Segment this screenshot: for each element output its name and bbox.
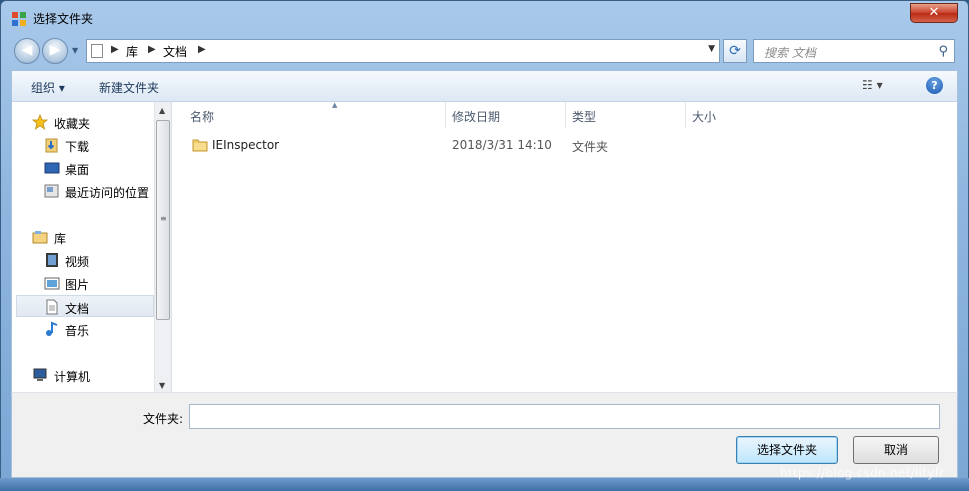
folder-field-label: 文件夹: — [143, 412, 184, 426]
breadcrumb-documents[interactable]: 文档 — [163, 43, 187, 60]
sidebar-item-desktop[interactable]: 桌面 — [16, 157, 154, 179]
sort-ascending-icon: ▲ — [332, 101, 338, 109]
breadcrumb-arrow-icon[interactable]: ▶ — [198, 44, 206, 55]
sidebar-item-label: 库 — [54, 232, 67, 246]
column-header-label: 修改日期 — [452, 110, 501, 124]
library-icon — [32, 231, 48, 244]
address-bar[interactable]: ▶ 库 ▶ 文档 ▶ ▼ — [86, 39, 720, 63]
file-name: IEInspector — [212, 138, 280, 152]
document-icon — [46, 299, 58, 315]
sidebar-item-music[interactable]: 音乐 — [16, 318, 154, 340]
search-placeholder: 搜索 文档 — [764, 46, 816, 60]
sidebar-item-label: 图片 — [65, 278, 90, 292]
breadcrumb-arrow-icon[interactable]: ▶ — [148, 44, 156, 55]
column-header-label: 名称 — [190, 110, 215, 124]
sidebar-scrollbar[interactable]: ▲ ≡ ▼ — [154, 102, 171, 392]
download-folder-icon — [45, 138, 58, 153]
desktop-icon — [44, 162, 60, 174]
forward-button[interactable]: ▶ — [42, 38, 68, 64]
chevron-down-icon[interactable]: ▼ — [708, 44, 715, 54]
table-row[interactable]: IEInspector 2018/3/31 14:10 文件夹 — [188, 136, 838, 156]
navigation-pane: 收藏夹 下载 桌面 最近访问的位置 库 视频 图片 文档 音乐 计算机 ▲ ≡ … — [12, 102, 172, 392]
view-options-button[interactable]: ☷ ▾ — [862, 78, 883, 92]
sidebar-item-libraries[interactable]: 库 — [16, 226, 154, 248]
sidebar-item-label: 计算机 — [54, 370, 91, 384]
window-title: 选择文件夹 — [33, 12, 94, 26]
file-list: ▲ 名称 修改日期 类型 大小 IEInspector 2018/3/31 14… — [172, 101, 957, 392]
sidebar-item-label: 文档 — [65, 302, 90, 316]
search-input[interactable]: 搜索 文档 ⚲ — [753, 39, 955, 63]
sidebar-item-label: 桌面 — [65, 163, 90, 177]
scrollbar-thumb[interactable]: ≡ — [156, 120, 170, 320]
column-header-label: 类型 — [572, 110, 597, 124]
search-icon[interactable]: ⚲ — [938, 44, 948, 59]
recent-pages-icon[interactable]: ▼ — [72, 46, 80, 55]
file-type: 文件夹 — [572, 140, 609, 154]
cancel-button[interactable]: 取消 — [853, 436, 939, 464]
sidebar-item-videos[interactable]: 视频 — [16, 249, 154, 271]
sidebar-item-label: 收藏夹 — [54, 117, 91, 131]
scroll-up-icon[interactable]: ▲ — [159, 106, 165, 115]
title-bar: 选择文件夹 ✕ — [1, 1, 968, 33]
column-header-size[interactable]: 大小 — [686, 102, 766, 128]
library-doc-icon — [91, 44, 103, 58]
sidebar-item-label: 视频 — [65, 255, 90, 269]
sidebar-item-recent-places[interactable]: 最近访问的位置 — [16, 180, 154, 202]
close-button[interactable]: ✕ — [910, 3, 958, 23]
select-folder-button[interactable]: 选择文件夹 — [736, 436, 838, 464]
sidebar-item-computer[interactable]: 计算机 — [16, 364, 154, 386]
sidebar-item-pictures[interactable]: 图片 — [16, 272, 154, 294]
sidebar-item-label: 最近访问的位置 — [65, 186, 150, 200]
sidebar-item-favorites[interactable]: 收藏夹 — [16, 111, 154, 133]
grip-icon: ≡ — [160, 214, 167, 223]
column-header-modified[interactable]: 修改日期 — [446, 102, 566, 128]
column-header-type[interactable]: 类型 — [566, 102, 686, 128]
video-icon — [46, 253, 58, 267]
new-folder-button[interactable]: 新建文件夹 — [99, 79, 159, 96]
command-bar: 组织 ▾ 新建文件夹 ☷ ▾ ? — [11, 70, 958, 102]
column-header-label: 大小 — [692, 110, 717, 124]
folder-icon — [192, 139, 208, 152]
sidebar-item-label: 下载 — [65, 140, 90, 154]
picture-icon — [44, 277, 60, 290]
music-icon — [46, 321, 58, 336]
back-button[interactable]: ◀ — [14, 38, 40, 64]
column-header-name[interactable]: ▲ 名称 — [184, 101, 446, 128]
organize-menu-button[interactable]: 组织 ▾ — [31, 79, 65, 96]
address-row: ◀ ▶ ▼ ▶ 库 ▶ 文档 ▶ ▼ ⟳ 搜索 文档 ⚲ — [1, 35, 968, 67]
select-folder-dialog: 选择文件夹 ✕ ◀ ▶ ▼ ▶ 库 ▶ 文档 ▶ ▼ ⟳ 搜索 文档 ⚲ 组织 … — [0, 0, 969, 491]
sidebar-item-documents[interactable]: 文档 — [16, 295, 154, 317]
sidebar-item-downloads[interactable]: 下载 — [16, 134, 154, 156]
folder-name-input[interactable] — [189, 404, 940, 429]
star-icon — [32, 114, 48, 130]
app-icon — [12, 12, 26, 26]
computer-icon — [33, 368, 47, 381]
watermark: https://blog.csdn.net/lityfr — [780, 466, 945, 480]
recent-places-icon — [44, 184, 59, 198]
file-modified: 2018/3/31 14:10 — [452, 138, 552, 152]
refresh-button[interactable]: ⟳ — [723, 39, 747, 63]
browser-area: 收藏夹 下载 桌面 最近访问的位置 库 视频 图片 文档 音乐 计算机 ▲ ≡ … — [11, 101, 958, 392]
breadcrumb-library[interactable]: 库 — [126, 43, 138, 60]
scroll-down-icon[interactable]: ▼ — [159, 381, 165, 390]
breadcrumb-arrow-icon[interactable]: ▶ — [111, 44, 119, 55]
help-icon[interactable]: ? — [926, 77, 943, 94]
sidebar-item-label: 音乐 — [65, 324, 90, 338]
